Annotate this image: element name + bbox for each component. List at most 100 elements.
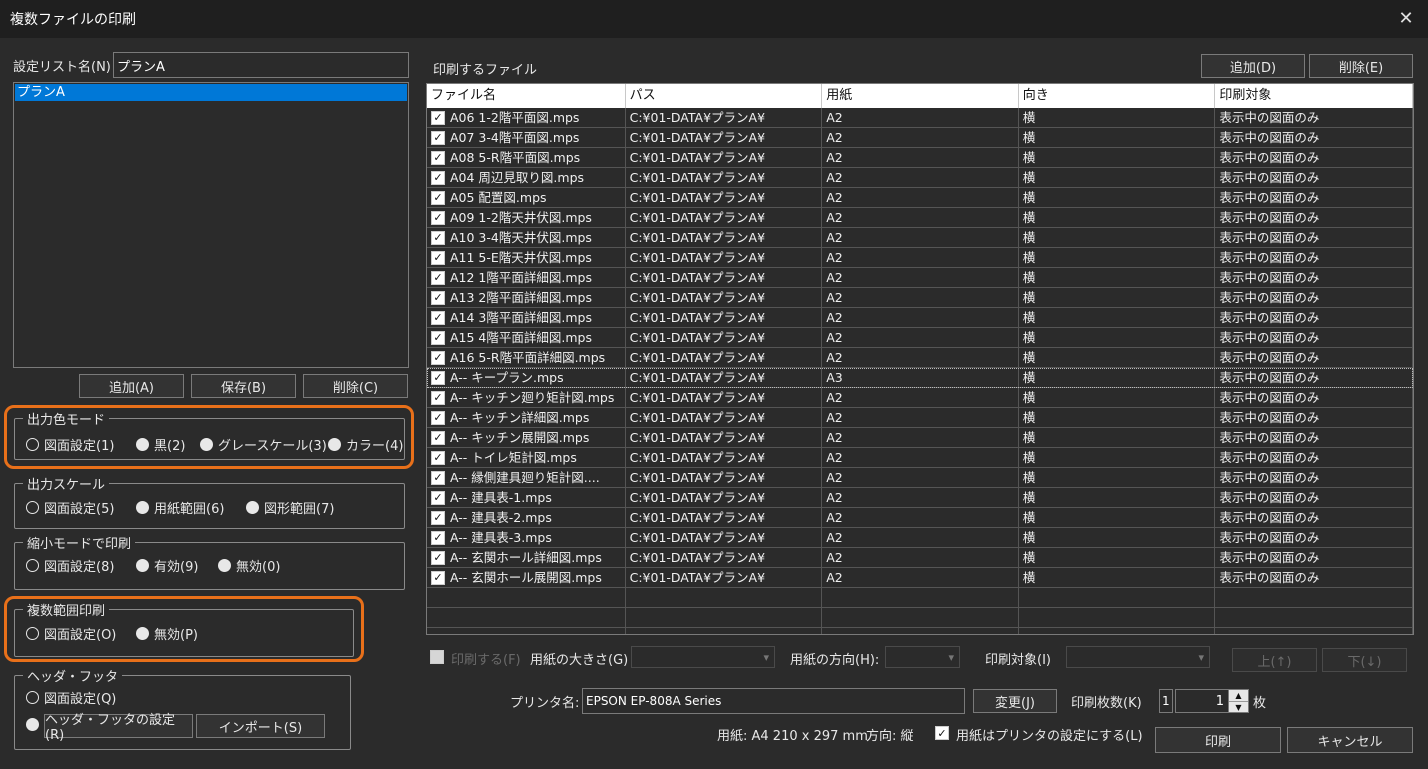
table-row[interactable]: ✓ A-- キッチン展開図.mps C:¥01-DATA¥プランA¥ A2 横表示中の図… [427, 428, 1413, 448]
table-row[interactable]: ✓ A09 1-2階天井伏図.mps C:¥01-DATA¥プランA¥ A2 横表示中の… [427, 208, 1413, 228]
column-header-path[interactable]: パス [626, 84, 823, 108]
change-printer-button[interactable]: 変更(J) [973, 689, 1057, 713]
scale-figure-radio[interactable]: 図形範囲(7) [246, 498, 334, 517]
shrink-disable-radio[interactable]: 無効(0) [218, 556, 280, 575]
copies-small-field[interactable]: 1 [1159, 689, 1173, 713]
print-row-checkbox[interactable] [430, 650, 444, 664]
column-header-target[interactable]: 印刷対象 [1215, 84, 1413, 108]
header-footer-settings-button[interactable]: ヘッダ・フッタの設定(R) [44, 713, 193, 743]
files-table[interactable]: ファイル名 パス 用紙 向き 印刷対象 ✓ A06 1-2階平面図.mps C:¥0… [426, 83, 1414, 635]
row-checkbox-icon[interactable]: ✓ [431, 130, 445, 145]
table-cell-name[interactable]: ✓ A-- 玄関ホール展開図.mps [427, 568, 626, 587]
header-footer-drawing-radio[interactable]: 図面設定(Q) [26, 688, 116, 707]
table-cell-name[interactable]: ✓ A09 1-2階天井伏図.mps [427, 208, 626, 227]
row-checkbox-icon[interactable]: ✓ [431, 290, 445, 305]
copies-input[interactable]: 1 [1175, 689, 1229, 713]
row-checkbox-icon[interactable]: ✓ [431, 110, 445, 125]
scale-drawing-radio[interactable]: 図面設定(5) [26, 498, 114, 517]
table-cell-name[interactable]: ✓ A-- キープラン.mps [427, 368, 626, 387]
table-cell-name[interactable]: ✓ A15 4階平面詳細図.mps [427, 328, 626, 347]
table-row[interactable]: ✓ A04 周辺見取り図.mps C:¥01-DATA¥プランA¥ A2 横表示中の図面… [427, 168, 1413, 188]
settings-listbox[interactable]: プランA [13, 82, 409, 368]
use-printer-paper-checkbox[interactable]: ✓ [935, 726, 949, 740]
row-checkbox-icon[interactable]: ✓ [431, 450, 445, 465]
copies-stepper[interactable]: ▲ ▼ [1228, 689, 1249, 713]
color-mode-color-radio[interactable]: カラー(4) [328, 435, 403, 454]
target-select[interactable]: ▾ [1066, 646, 1210, 668]
settings-save-button[interactable]: 保存(B) [191, 374, 296, 398]
table-row[interactable]: ✓ A10 3-4階天井伏図.mps C:¥01-DATA¥プランA¥ A2 横表示中の… [427, 228, 1413, 248]
move-down-button[interactable]: 下(↓) [1322, 648, 1407, 672]
header-footer-custom-radio[interactable] [26, 718, 39, 731]
chevron-up-icon[interactable]: ▲ [1229, 690, 1248, 701]
table-row[interactable]: ✓ A16 5-R階平面詳細図.mps C:¥01-DATA¥プランA¥ A2 横表示中… [427, 348, 1413, 368]
table-cell-name[interactable]: ✓ A14 3階平面詳細図.mps [427, 308, 626, 327]
table-cell-name[interactable]: ✓ A-- キッチン廻り矩計図.mps [427, 388, 626, 407]
table-row[interactable]: ✓ A08 5-R階平面図.mps C:¥01-DATA¥プランA¥ A2 横表示中の図… [427, 148, 1413, 168]
multi-range-disable-radio[interactable]: 無効(P) [136, 624, 198, 643]
cancel-button[interactable]: キャンセル [1287, 727, 1413, 753]
table-cell-name[interactable]: ✓ A16 5-R階平面詳細図.mps [427, 348, 626, 367]
row-checkbox-icon[interactable]: ✓ [431, 550, 445, 565]
row-checkbox-icon[interactable]: ✓ [431, 570, 445, 585]
table-cell-name[interactable]: ✓ A-- キッチン展開図.mps [427, 428, 626, 447]
table-cell-name[interactable]: ✓ A-- トイレ矩計図.mps [427, 448, 626, 467]
multi-range-drawing-radio[interactable]: 図面設定(O) [26, 624, 116, 643]
orientation-select[interactable]: ▾ [885, 646, 960, 668]
table-row[interactable]: ✓ A-- キッチン詳細図.mps C:¥01-DATA¥プランA¥ A2 横表示中の図… [427, 408, 1413, 428]
close-icon[interactable]: ✕ [1394, 6, 1418, 30]
column-header-filename[interactable]: ファイル名 [427, 84, 626, 108]
row-checkbox-icon[interactable]: ✓ [431, 170, 445, 185]
settings-add-button[interactable]: 追加(A) [79, 374, 184, 398]
table-row[interactable]: ✓ A07 3-4階平面図.mps C:¥01-DATA¥プランA¥ A2 横表示中の図… [427, 128, 1413, 148]
row-checkbox-icon[interactable]: ✓ [431, 250, 445, 265]
settings-name-input[interactable]: プランA [113, 52, 409, 78]
table-row[interactable]: ✓ A13 2階平面詳細図.mps C:¥01-DATA¥プランA¥ A2 横表示中の図… [427, 288, 1413, 308]
table-cell-name[interactable]: ✓ A13 2階平面詳細図.mps [427, 288, 626, 307]
paper-size-select[interactable]: ▾ [631, 646, 775, 668]
row-checkbox-icon[interactable]: ✓ [431, 530, 445, 545]
table-cell-name[interactable]: ✓ A-- 建具表-3.mps [427, 528, 626, 547]
move-up-button[interactable]: 上(↑) [1232, 648, 1317, 672]
table-row[interactable]: ✓ A-- 建具表-3.mps C:¥01-DATA¥プランA¥ A2 横表示中の図面の… [427, 528, 1413, 548]
column-header-paper[interactable]: 用紙 [822, 84, 1019, 108]
row-checkbox-icon[interactable]: ✓ [431, 510, 445, 525]
table-row[interactable]: ✓ A12 1階平面詳細図.mps C:¥01-DATA¥プランA¥ A2 横表示中の図… [427, 268, 1413, 288]
table-cell-name[interactable]: ✓ A12 1階平面詳細図.mps [427, 268, 626, 287]
table-row[interactable]: ✓ A-- 建具表-1.mps C:¥01-DATA¥プランA¥ A2 横表示中の図面の… [427, 488, 1413, 508]
color-mode-drawing-radio[interactable]: 図面設定(1) [26, 435, 114, 454]
table-row[interactable]: ✓ A05 配置図.mps C:¥01-DATA¥プランA¥ A2 横表示中の図面のみ [427, 188, 1413, 208]
table-row[interactable]: ✓ A-- 縁側建具廻り矩計図.... C:¥01-DATA¥プランA¥ A2 横表示中… [427, 468, 1413, 488]
row-checkbox-icon[interactable]: ✓ [431, 370, 445, 385]
table-cell-name[interactable]: ✓ A06 1-2階平面図.mps [427, 108, 626, 127]
table-cell-name[interactable]: ✓ A11 5-E階天井伏図.mps [427, 248, 626, 267]
column-header-orientation[interactable]: 向き [1019, 84, 1216, 108]
files-add-button[interactable]: 追加(D) [1201, 54, 1305, 78]
row-checkbox-icon[interactable]: ✓ [431, 230, 445, 245]
table-row[interactable]: ✓ A-- キープラン.mps C:¥01-DATA¥プランA¥ A3 横表示中の図面の… [427, 368, 1413, 388]
table-cell-name[interactable]: ✓ A10 3-4階天井伏図.mps [427, 228, 626, 247]
table-cell-name[interactable]: ✓ A-- 建具表-1.mps [427, 488, 626, 507]
settings-list-item[interactable]: プランA [15, 84, 407, 101]
row-checkbox-icon[interactable]: ✓ [431, 470, 445, 485]
row-checkbox-icon[interactable]: ✓ [431, 210, 445, 225]
row-checkbox-icon[interactable]: ✓ [431, 410, 445, 425]
row-checkbox-icon[interactable]: ✓ [431, 270, 445, 285]
row-checkbox-icon[interactable]: ✓ [431, 490, 445, 505]
table-cell-name[interactable]: ✓ A05 配置図.mps [427, 188, 626, 207]
settings-delete-button[interactable]: 削除(C) [303, 374, 408, 398]
import-button[interactable]: インポート(S) [196, 714, 325, 738]
table-cell-name[interactable]: ✓ A-- 建具表-2.mps [427, 508, 626, 527]
row-checkbox-icon[interactable]: ✓ [431, 430, 445, 445]
color-mode-gray-radio[interactable]: グレースケール(3) [200, 435, 327, 454]
chevron-down-icon[interactable]: ▼ [1229, 701, 1248, 712]
table-row[interactable]: ✓ A-- 玄関ホール詳細図.mps C:¥01-DATA¥プランA¥ A2 横表示中の… [427, 548, 1413, 568]
files-delete-button[interactable]: 削除(E) [1309, 54, 1413, 78]
table-row[interactable]: ✓ A-- トイレ矩計図.mps C:¥01-DATA¥プランA¥ A2 横表示中の図面… [427, 448, 1413, 468]
table-cell-name[interactable]: ✓ A-- 縁側建具廻り矩計図.... [427, 468, 626, 487]
table-row[interactable]: ✓ A15 4階平面詳細図.mps C:¥01-DATA¥プランA¥ A2 横表示中の図… [427, 328, 1413, 348]
table-row[interactable]: ✓ A-- 玄関ホール展開図.mps C:¥01-DATA¥プランA¥ A2 横表示中の… [427, 568, 1413, 588]
table-cell-name[interactable]: ✓ A-- 玄関ホール詳細図.mps [427, 548, 626, 567]
table-cell-name[interactable]: ✓ A07 3-4階平面図.mps [427, 128, 626, 147]
table-row[interactable]: ✓ A11 5-E階天井伏図.mps C:¥01-DATA¥プランA¥ A2 横表示中の… [427, 248, 1413, 268]
